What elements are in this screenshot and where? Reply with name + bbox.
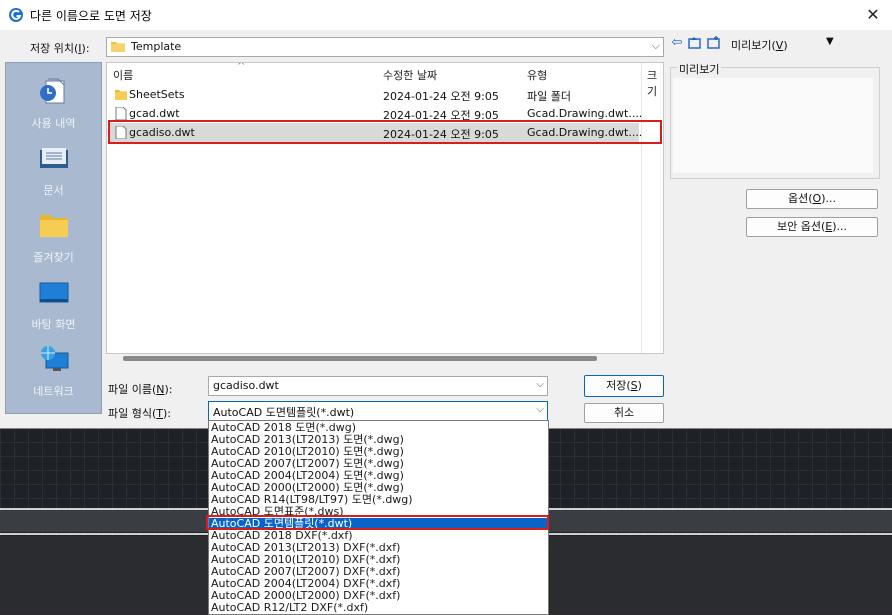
selection-highlight-box bbox=[108, 120, 662, 144]
places-bar: 사용 내역 문서 즐겨찾기 바탕 화면 네트워크 bbox=[5, 62, 102, 414]
filetype-option[interactable]: AutoCAD R12/LT2 DXF(*.dxf) bbox=[209, 602, 548, 614]
title-bar: 다른 이름으로 도면 저장 ✕ bbox=[0, 0, 892, 30]
network-icon bbox=[41, 346, 69, 371]
place-network[interactable]: 네트워크 bbox=[6, 335, 101, 401]
file-modified: 2024-01-24 오전 9:05 bbox=[383, 90, 499, 103]
views-dropdown-icon[interactable]: ▼ bbox=[826, 36, 834, 47]
sort-ascending-icon: ^ bbox=[237, 62, 246, 72]
option-highlight-box bbox=[206, 515, 549, 530]
file-type: 파일 폴더 bbox=[527, 90, 571, 103]
filetype-select[interactable]: AutoCAD 도면템플릿(*.dwt) ⌵ bbox=[208, 401, 548, 421]
filetype-value: AutoCAD 도면템플릿(*.dwt) bbox=[213, 406, 355, 419]
folder-icon bbox=[111, 42, 125, 52]
chevron-down-icon[interactable]: ⌵ bbox=[536, 404, 544, 415]
table-row[interactable]: SheetSets 2024-01-24 오전 9:05 파일 폴더 bbox=[109, 85, 639, 104]
back-icon[interactable]: ⇦ bbox=[670, 36, 684, 50]
file-type: Gcad.Drawing.dwt.... bbox=[527, 107, 643, 120]
file-list[interactable]: ^ 이름 수정한 날짜 유형 크기 SheetSets 2024-01-24 오… bbox=[106, 62, 664, 354]
location-label: 저장 위치(I): bbox=[30, 42, 90, 55]
filename-value: gcadiso.dwt bbox=[213, 379, 279, 392]
save-button[interactable]: 저장(S) bbox=[584, 375, 664, 397]
place-label: 문서 bbox=[43, 184, 64, 197]
folder-icon bbox=[115, 90, 127, 100]
favorites-folder-icon bbox=[40, 215, 68, 237]
chevron-down-icon[interactable]: ⌵ bbox=[536, 379, 544, 390]
filename-input[interactable]: gcadiso.dwt ⌵ bbox=[208, 376, 548, 396]
preview-label: 미리보기 bbox=[677, 61, 722, 77]
place-label: 네트워크 bbox=[33, 385, 74, 398]
location-value: Template bbox=[131, 40, 182, 53]
file-name: gcad.dwt bbox=[129, 107, 180, 120]
desktop-icon bbox=[39, 282, 69, 303]
place-label: 바탕 화면 bbox=[31, 318, 76, 331]
place-favorites[interactable]: 즐겨찾기 bbox=[6, 201, 101, 267]
place-label: 즐겨찾기 bbox=[33, 251, 74, 264]
place-documents[interactable]: 문서 bbox=[6, 134, 101, 200]
chevron-down-icon[interactable]: ⌵ bbox=[652, 39, 660, 53]
preview-area bbox=[673, 78, 873, 173]
column-header-size[interactable]: 크기 bbox=[647, 67, 663, 99]
place-label: 사용 내역 bbox=[31, 117, 76, 130]
security-options-button[interactable]: 보안 옵션(E)... bbox=[746, 217, 878, 237]
app-logo-icon bbox=[9, 8, 23, 22]
new-folder-icon[interactable] bbox=[707, 36, 721, 50]
column-header-type[interactable]: 유형 bbox=[527, 67, 547, 83]
file-icon bbox=[115, 107, 127, 120]
views-menu[interactable]: 미리보기(V) bbox=[731, 37, 788, 53]
horizontal-scrollbar[interactable] bbox=[123, 356, 597, 361]
close-button[interactable]: ✕ bbox=[858, 2, 888, 28]
history-icon bbox=[40, 78, 65, 104]
dialog-title: 다른 이름으로 도면 저장 bbox=[30, 9, 152, 23]
filetype-label: 파일 형식(T): bbox=[108, 407, 172, 420]
up-folder-icon[interactable] bbox=[688, 36, 702, 50]
file-name: SheetSets bbox=[129, 88, 185, 101]
column-header-name[interactable]: 이름 bbox=[113, 67, 133, 83]
options-button[interactable]: 옵션(O)... bbox=[746, 189, 878, 209]
cancel-button[interactable]: 취소 bbox=[584, 403, 664, 423]
save-as-dialog: 다른 이름으로 도면 저장 ✕ 저장 위치(I): Template ⌵ ⇦ 미… bbox=[0, 0, 892, 429]
filename-label: 파일 이름(N): bbox=[108, 383, 173, 396]
location-combo[interactable]: Template ⌵ bbox=[106, 37, 664, 57]
place-history[interactable]: 사용 내역 bbox=[6, 67, 101, 133]
documents-icon bbox=[40, 148, 68, 168]
place-desktop[interactable]: 바탕 화면 bbox=[6, 268, 101, 334]
column-header-modified[interactable]: 수정한 날짜 bbox=[383, 67, 437, 83]
